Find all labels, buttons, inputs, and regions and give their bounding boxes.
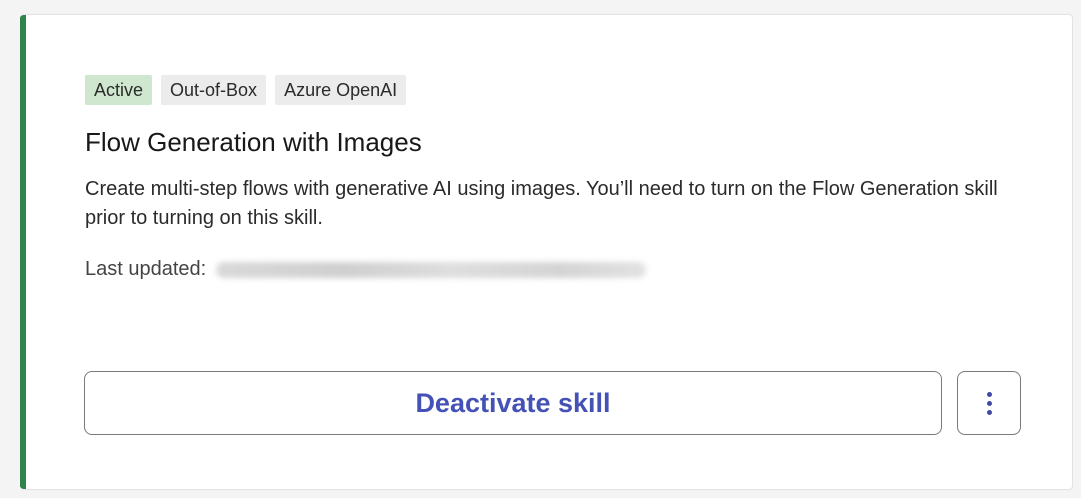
provider-badge-azure-openai: Azure OpenAI	[275, 75, 407, 105]
redacted-last-updated-value	[216, 261, 647, 278]
last-updated-label: Last updated:	[85, 258, 207, 280]
deactivate-skill-button[interactable]: Deactivate skill	[84, 371, 942, 435]
badge-row: Active Out-of-Box Azure OpenAI	[85, 75, 407, 105]
skill-card: Active Out-of-Box Azure OpenAI Flow Gene…	[20, 14, 1073, 490]
vertical-ellipsis-icon	[986, 391, 992, 415]
status-accent-bar	[20, 15, 26, 489]
skill-description: Create multi-step flows with generative …	[85, 178, 998, 229]
skill-title: Flow Generation with Images	[85, 127, 422, 157]
last-updated: Last updated:	[85, 255, 647, 284]
more-actions-button[interactable]	[957, 371, 1021, 435]
status-badge-active: Active	[85, 75, 153, 105]
type-badge-out-of-box: Out-of-Box	[161, 75, 267, 105]
